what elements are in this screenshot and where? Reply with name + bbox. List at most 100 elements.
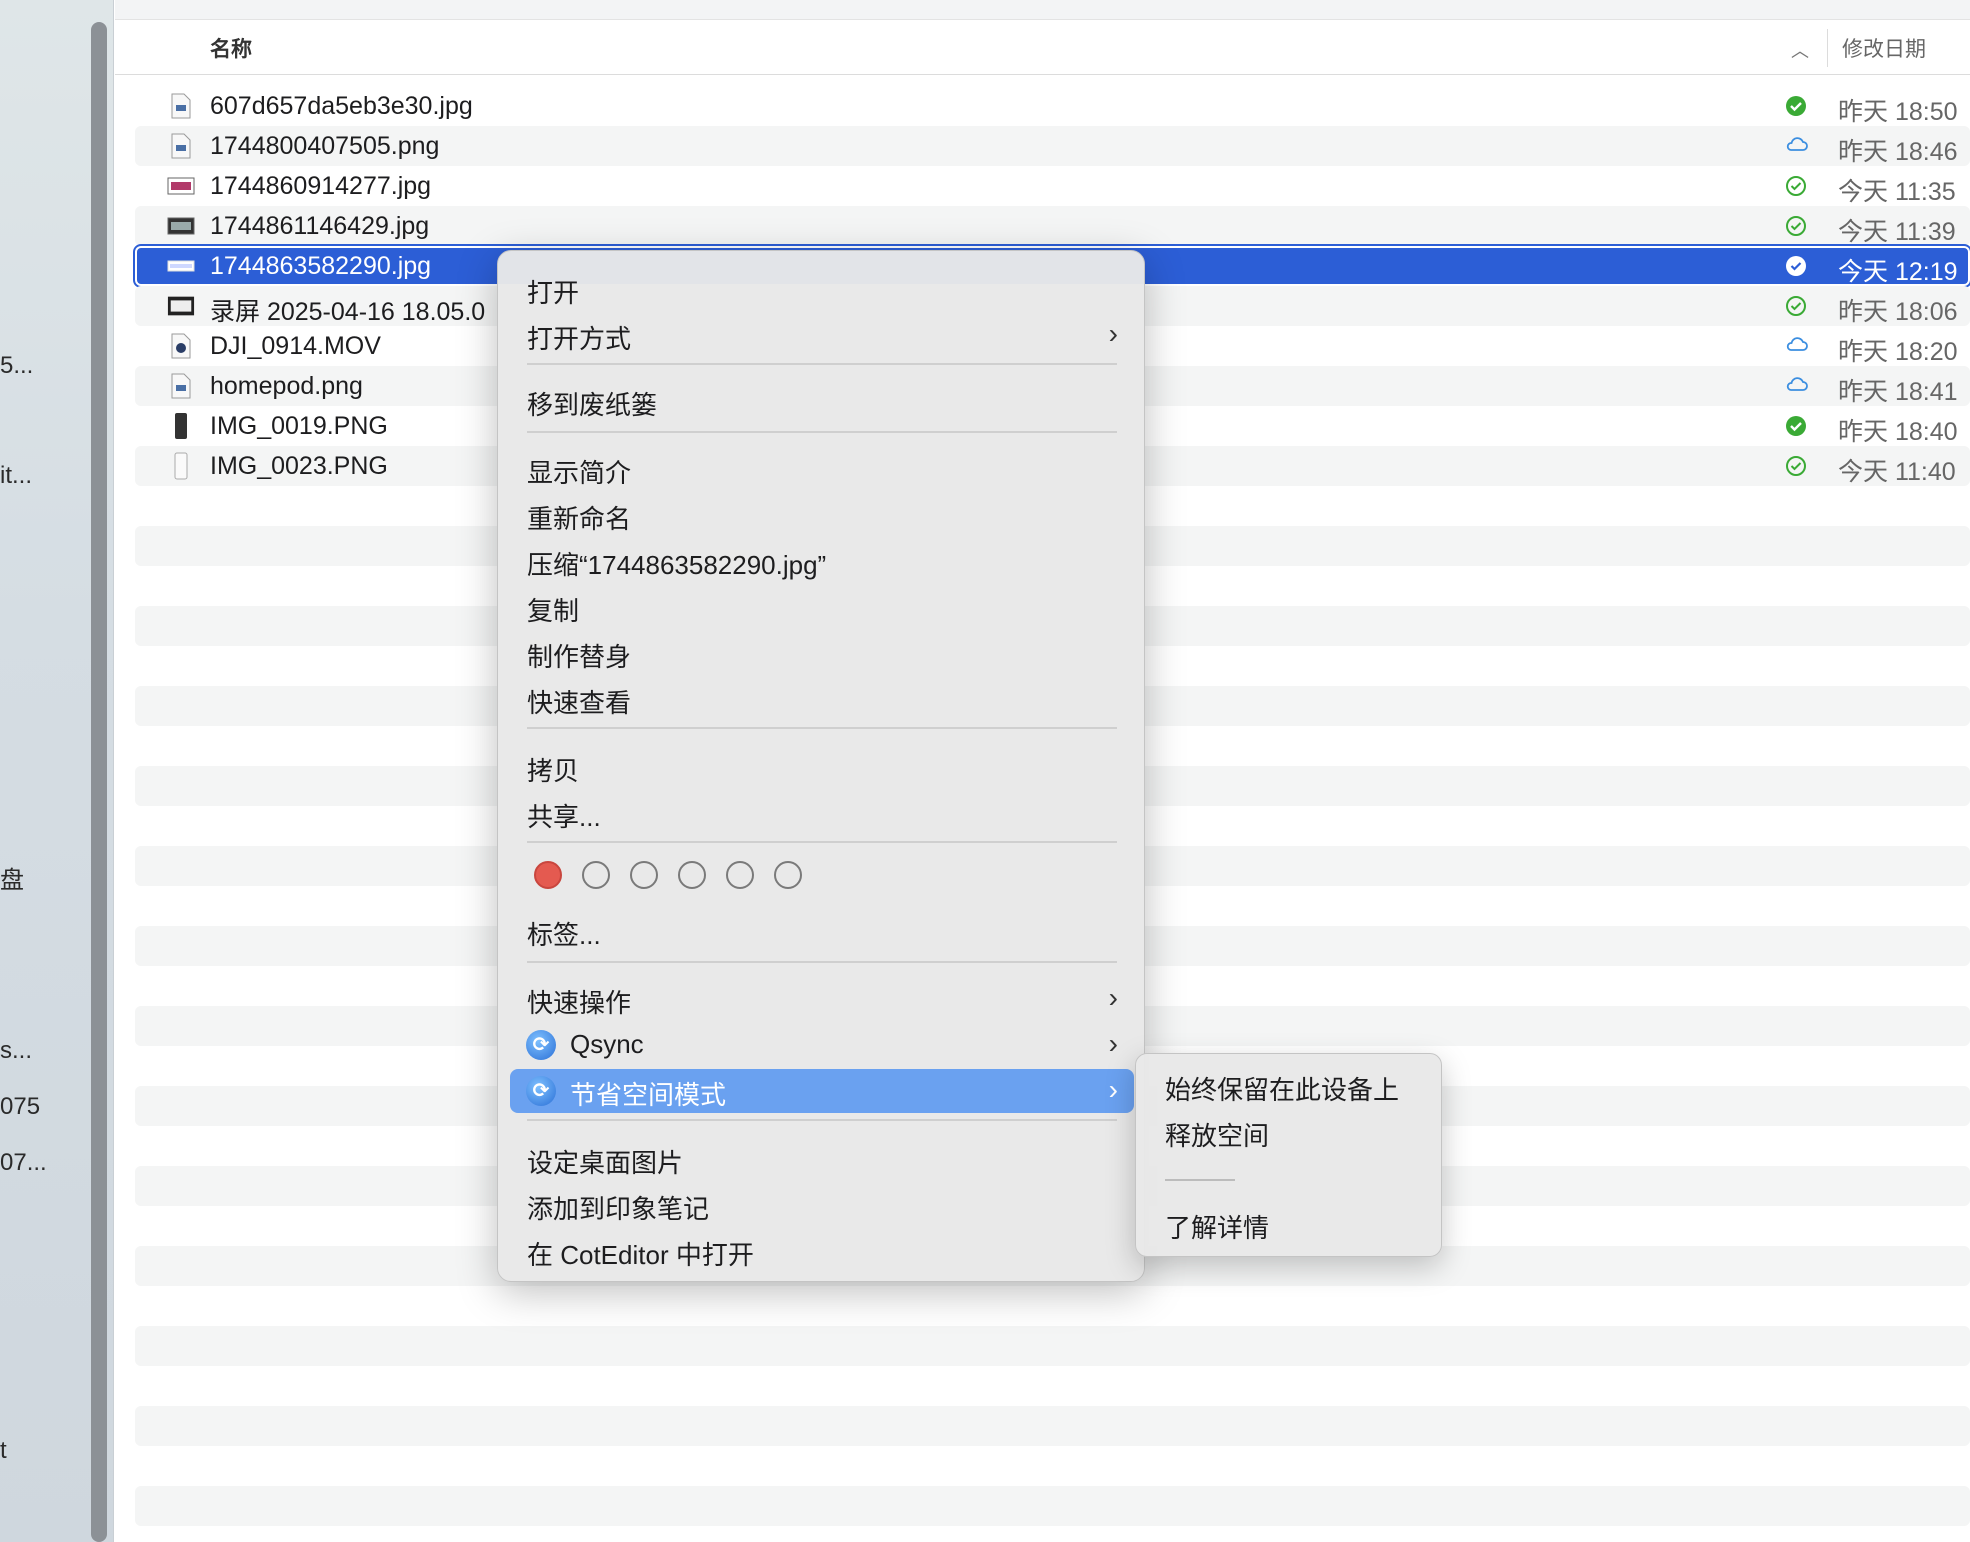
menu-item-quick-actions[interactable]: 快速操作 ›	[498, 977, 1146, 1021]
file-name: IMG_0023.PNG	[210, 452, 388, 480]
sidebar-item-2[interactable]: it...	[0, 462, 32, 490]
menu-separator	[527, 431, 1117, 433]
menu-separator	[1165, 1179, 1235, 1181]
menu-item-set-desktop[interactable]: 设定桌面图片	[498, 1137, 1146, 1181]
menu-item-tags[interactable]: 标签...	[498, 909, 1146, 953]
file-row[interactable]: 1744800407505.png 昨天 18:46	[135, 126, 1970, 166]
movie-icon	[167, 333, 195, 359]
menu-item-label: 压缩“1744863582290.jpg”	[527, 550, 827, 580]
tag-empty-dot[interactable]	[774, 861, 802, 889]
cloud-icon	[1785, 335, 1808, 357]
empty-row	[135, 1446, 1970, 1486]
tag-empty-dot[interactable]	[630, 861, 658, 889]
menu-item-label: 制作替身	[527, 642, 632, 672]
file-row[interactable]: 1744860914277.jpg 今天 11:35	[135, 166, 1970, 206]
menu-item-label: Qsync	[570, 1029, 644, 1059]
empty-row	[135, 1486, 1970, 1526]
phone-screenshot-light-icon	[167, 452, 195, 480]
image-doc-icon	[167, 373, 195, 399]
chevron-right-icon: ›	[1108, 1074, 1118, 1105]
cloud-icon	[1785, 135, 1808, 157]
menu-item-make-alias[interactable]: 制作替身	[498, 631, 1146, 675]
menu-separator	[527, 727, 1117, 729]
menu-item-label: 共享...	[527, 802, 601, 832]
column-header-date[interactable]: 修改日期	[1842, 33, 1926, 63]
sidebar-item-1[interactable]: 5...	[0, 352, 33, 380]
menu-item-label: 快速查看	[527, 688, 632, 718]
file-name: homepod.png	[210, 372, 363, 400]
tag-empty-dot[interactable]	[726, 861, 754, 889]
phone-screenshot-icon	[167, 413, 195, 439]
tag-empty-dot[interactable]	[582, 861, 610, 889]
menu-item-move-to-trash[interactable]: 移到废纸篓	[498, 379, 1146, 423]
file-date: 昨天 18:40	[1838, 418, 1958, 446]
menu-item-add-evernote[interactable]: 添加到印象笔记	[498, 1183, 1146, 1227]
menu-item-copy[interactable]: 拷贝	[498, 745, 1146, 789]
sidebar-scrollbar[interactable]	[91, 22, 107, 1542]
column-header-name[interactable]: 名称	[210, 33, 252, 63]
menu-item-duplicate[interactable]: 复制	[498, 585, 1146, 629]
synced-check-icon	[1785, 215, 1807, 237]
qsync-icon: ⟳	[526, 1030, 556, 1060]
synced-check-icon	[1785, 95, 1807, 117]
menu-item-label: 复制	[527, 596, 580, 626]
menu-item-open-coteditor[interactable]: 在 CotEditor 中打开	[498, 1229, 1146, 1273]
menu-item-compress[interactable]: 压缩“1744863582290.jpg”	[498, 539, 1146, 583]
menu-item-rename[interactable]: 重新命名	[498, 493, 1146, 537]
list-header: 名称 ︿ 修改日期	[115, 21, 1970, 75]
chevron-right-icon: ›	[1108, 318, 1118, 349]
file-date: 今天 11:35	[1838, 178, 1956, 206]
synced-check-icon	[1785, 255, 1807, 277]
chevron-up-icon[interactable]: ︿	[1791, 37, 1809, 63]
image-wide-icon	[167, 174, 195, 198]
file-row[interactable]: 607d657da5eb3e30.jpg 昨天 18:50	[135, 86, 1970, 126]
image-wide-dark-icon	[167, 214, 195, 238]
sidebar-item-4[interactable]: s...	[0, 1037, 32, 1065]
menu-item-label: 拷贝	[527, 756, 580, 786]
menu-item-label: 显示简介	[527, 458, 632, 488]
tag-empty-dot[interactable]	[678, 861, 706, 889]
menu-item-share[interactable]: 共享...	[498, 791, 1146, 835]
empty-row	[135, 1406, 1970, 1446]
synced-check-icon	[1785, 415, 1807, 437]
context-menu: 打开 打开方式 › 移到废纸篓 显示简介 重新命名 压缩“174486358229…	[497, 250, 1145, 1282]
menu-item-open-with[interactable]: 打开方式 ›	[498, 313, 1146, 357]
file-date: 今天 11:40	[1838, 458, 1956, 486]
sidebar-item-5[interactable]: 075	[0, 1093, 40, 1121]
menu-item-label: 快速操作	[527, 988, 632, 1018]
file-name: 607d657da5eb3e30.jpg	[210, 92, 473, 120]
file-name: 1744800407505.png	[210, 132, 440, 160]
submenu-item-keep-on-device[interactable]: 始终保留在此设备上	[1165, 1070, 1399, 1107]
chevron-right-icon: ›	[1108, 982, 1118, 1013]
file-name: IMG_0019.PNG	[210, 412, 388, 440]
sidebar-item-3[interactable]: 盘	[0, 860, 24, 895]
menu-item-space-saving[interactable]: ⟳ 节省空间模式 ›	[510, 1069, 1134, 1113]
menu-item-label: 设定桌面图片	[527, 1148, 684, 1178]
column-divider[interactable]	[1827, 29, 1828, 67]
file-name: 录屏 2025-04-16 18.05.0	[210, 298, 486, 326]
sidebar-item-6[interactable]: 07...	[0, 1149, 47, 1177]
empty-row	[135, 1286, 1970, 1326]
file-name: 1744861146429.jpg	[210, 212, 430, 240]
file-date: 昨天 18:50	[1838, 98, 1958, 126]
synced-check-icon	[1785, 295, 1807, 317]
chevron-right-icon: ›	[1108, 1028, 1118, 1059]
menu-item-label: 移到废纸篓	[527, 390, 658, 420]
sidebar-item-7[interactable]: t	[0, 1437, 7, 1465]
menu-item-quick-look[interactable]: 快速查看	[498, 677, 1146, 721]
menu-item-qsync[interactable]: ⟳ Qsync ›	[498, 1023, 1146, 1067]
menu-item-label: 打开方式	[527, 324, 632, 354]
menu-item-label: 重新命名	[527, 504, 632, 534]
tag-red-dot[interactable]	[534, 861, 562, 889]
file-date: 今天 12:19	[1838, 258, 1958, 286]
submenu-item-learn-more[interactable]: 了解详情	[1165, 1208, 1269, 1245]
menu-item-label: 节省空间模式	[570, 1080, 727, 1110]
file-date: 昨天 18:20	[1838, 338, 1958, 366]
submenu-item-free-space[interactable]: 释放空间	[1165, 1116, 1269, 1153]
image-doc-icon	[167, 133, 195, 159]
menu-item-open[interactable]: 打开	[498, 267, 1146, 311]
sidebar: 5... it... 盘 s... 075 07... t	[0, 0, 114, 1542]
file-row[interactable]: 1744861146429.jpg 今天 11:39	[135, 206, 1970, 246]
cloud-icon	[1785, 375, 1808, 397]
menu-item-get-info[interactable]: 显示简介	[498, 447, 1146, 491]
